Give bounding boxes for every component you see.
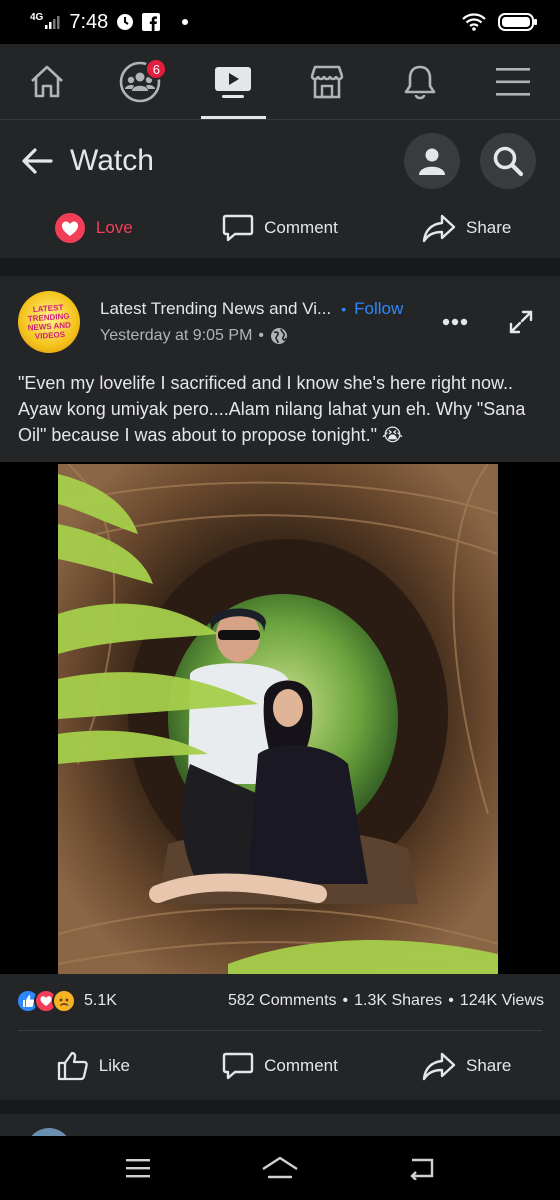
wifi-icon	[462, 13, 486, 31]
hamburger-menu-icon	[496, 67, 531, 96]
marketplace-icon	[310, 65, 343, 98]
like-button[interactable]: Like	[0, 1051, 187, 1081]
dot-indicator-icon	[182, 19, 189, 25]
expand-icon[interactable]	[508, 309, 534, 335]
signal-icon	[45, 16, 60, 29]
comment-label: Comment	[264, 1056, 338, 1075]
like-label: Like	[98, 1056, 130, 1075]
notification-badge: 6	[145, 58, 168, 80]
comment-button-top[interactable]: Comment	[187, 213, 374, 243]
top-nav-bar: 6	[0, 44, 560, 120]
watch-header: Watch	[0, 120, 560, 202]
nav-watch[interactable]	[187, 44, 280, 119]
follow-separator: •	[341, 301, 347, 317]
more-options-icon[interactable]	[442, 318, 468, 326]
network-indicator: 4G	[30, 12, 44, 23]
post-header: LATEST TRENDING NEWS AND VIDEOS Latest T…	[18, 290, 542, 354]
reaction-summary[interactable]: 5.1K	[16, 989, 117, 1013]
avatar-logo-text: LATEST TRENDING NEWS AND VIDEOS	[27, 302, 72, 342]
alarm-icon	[117, 14, 134, 30]
system-navigation-bar	[0, 1136, 560, 1200]
battery-icon	[498, 13, 537, 31]
views-count: 124K Views	[459, 992, 544, 1009]
bell-icon	[404, 65, 436, 99]
share-icon	[422, 1052, 456, 1081]
nav-marketplace[interactable]	[280, 44, 373, 119]
comment-label: Comment	[264, 218, 338, 237]
comment-button[interactable]: Comment	[187, 1051, 374, 1081]
meta-separator: •	[258, 327, 264, 344]
love-reaction-icon	[54, 213, 85, 243]
clock: 7:48	[69, 10, 109, 33]
love-label: Love	[95, 218, 133, 237]
sad-reaction-icon	[52, 989, 76, 1013]
facebook-icon	[142, 13, 161, 31]
nav-menu[interactable]	[467, 44, 560, 119]
video-player[interactable]	[0, 462, 560, 974]
stats-separator: •	[342, 992, 349, 1009]
nav-notifications[interactable]	[373, 44, 466, 119]
search-button[interactable]	[480, 133, 536, 189]
next-post-avatar	[26, 1128, 72, 1136]
post-timestamp[interactable]: Yesterday at 9:05 PM	[100, 327, 252, 345]
love-button[interactable]: Love	[0, 212, 187, 244]
previous-post-actions: Love Comment Share	[0, 198, 560, 258]
follow-button[interactable]: Follow	[354, 299, 403, 319]
next-post-peek[interactable]	[0, 1114, 560, 1136]
person-icon	[419, 148, 445, 175]
video-post: LATEST TRENDING NEWS AND VIDEOS Latest T…	[0, 276, 560, 1100]
page-title: Watch	[70, 144, 154, 177]
share-icon	[422, 214, 456, 243]
comment-icon	[222, 1052, 254, 1080]
post-stats: 5.1K 582 Comments • 1.3K Shares • 124K V…	[16, 984, 544, 1018]
back-arrow-icon[interactable]	[20, 146, 54, 176]
nav-groups[interactable]: 6	[93, 44, 186, 119]
home-icon	[30, 65, 63, 97]
thumbs-up-icon	[57, 1051, 88, 1081]
share-button[interactable]: Share	[373, 1051, 560, 1081]
share-label: Share	[465, 1056, 512, 1075]
feed-separator	[0, 262, 560, 276]
shares-count[interactable]: 1.3K Shares	[354, 992, 442, 1010]
nav-home[interactable]	[0, 44, 93, 119]
back-system-icon[interactable]	[408, 1156, 436, 1180]
video-frame-image	[58, 464, 498, 974]
stats-divider	[18, 1030, 542, 1031]
post-actions: Like Comment Share	[0, 1036, 560, 1096]
search-icon	[493, 146, 524, 177]
page-avatar[interactable]: LATEST TRENDING NEWS AND VIDEOS	[18, 291, 80, 353]
stats-separator: •	[448, 992, 454, 1009]
globe-icon	[271, 328, 287, 344]
post-caption: "Even my lovelife I sacrificed and I kno…	[18, 373, 526, 445]
video-thumbnail[interactable]	[58, 464, 498, 974]
share-button-top[interactable]: Share	[373, 213, 560, 243]
reaction-count: 5.1K	[84, 992, 117, 1009]
home-system-icon[interactable]	[260, 1155, 300, 1181]
comment-icon	[222, 214, 254, 242]
status-bar: 4G 7:48	[0, 0, 560, 44]
comments-count[interactable]: 582 Comments	[228, 992, 337, 1010]
recent-apps-icon[interactable]	[124, 1157, 152, 1179]
page-name[interactable]: Latest Trending News and Vi...	[100, 299, 331, 319]
watch-icon	[215, 66, 252, 98]
share-label: Share	[465, 218, 512, 237]
profile-button[interactable]	[404, 133, 460, 189]
